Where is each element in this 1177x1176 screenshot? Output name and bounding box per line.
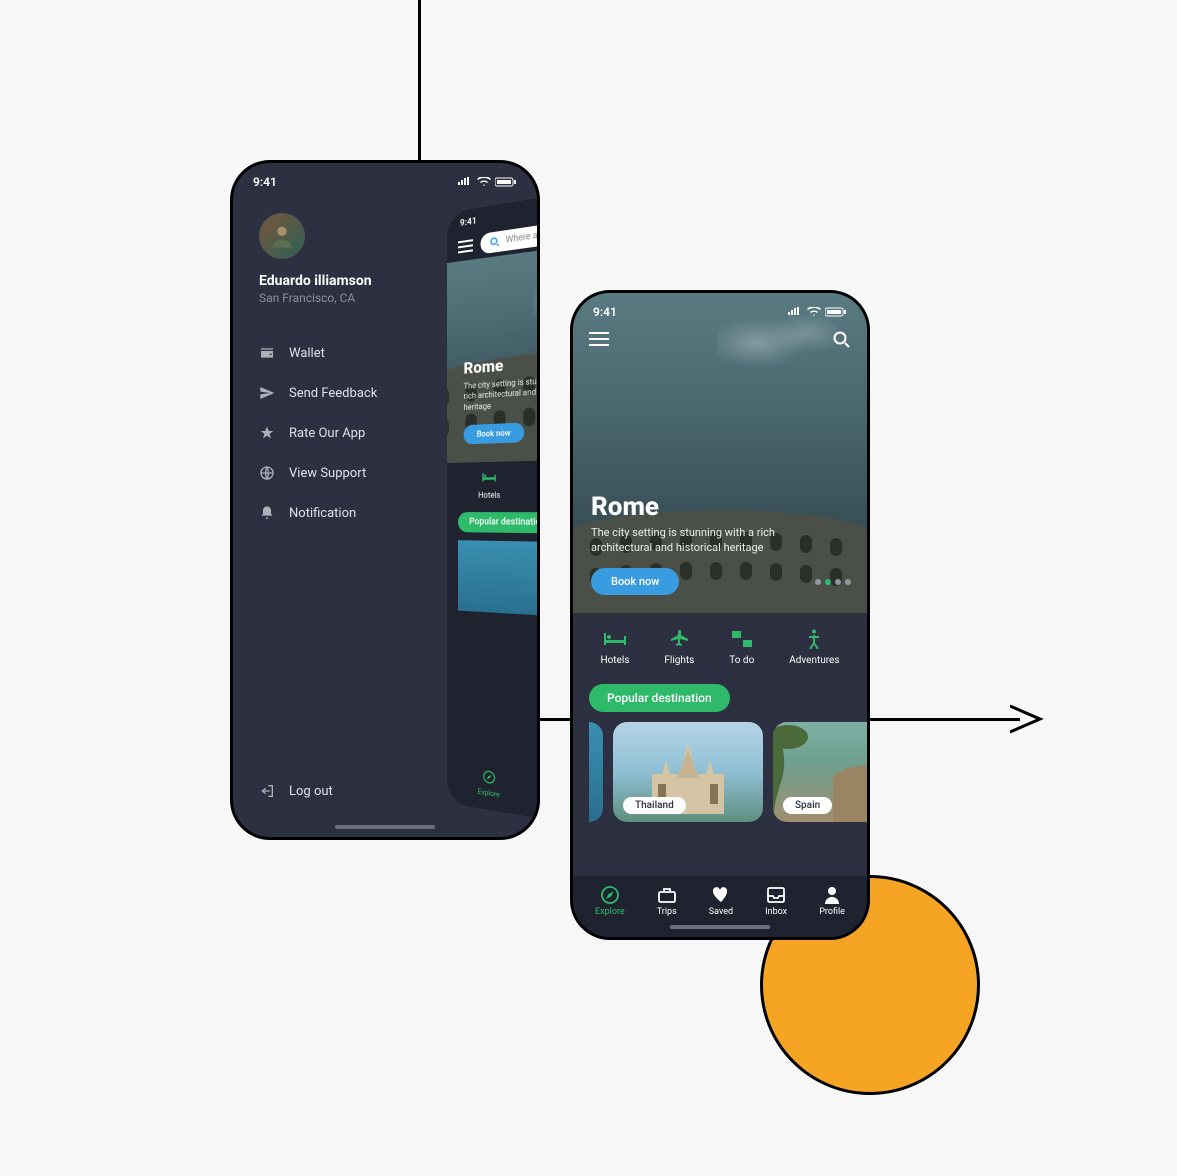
book-now-button[interactable]: Book now [591,568,679,595]
tab-label: Saved [709,907,733,917]
wallet-icon [259,345,275,361]
categories-row: Hotels Flights To do Adventures [573,613,867,678]
tab-label: Explore [595,907,625,917]
category-hotels[interactable]: Hotels [600,629,629,666]
categories-row: Hotels Flights T [447,457,540,508]
category-flights[interactable]: Flights [664,629,694,666]
inbox-icon [767,886,785,904]
compass-icon [601,886,619,904]
tab-saved[interactable]: Saved [709,886,733,917]
bed-icon [481,470,498,485]
category-label: Flights [664,655,694,666]
category-label: To do [729,655,754,666]
carousel-dot-active[interactable] [825,579,831,585]
peeked-app-preview[interactable]: 9:41 Where are you Rome The city setting… [447,172,540,840]
phone-mockup-drawer: 9:41 Eduardo illiamson San Francisco, CA… [230,160,540,840]
status-indicators [787,307,847,317]
hamburger-icon[interactable] [458,236,473,257]
status-time: 9:41 [593,305,617,319]
arrow-head-decoration [1010,702,1048,736]
hero-section: 9:41 Rome The city setting is stunning w… [573,293,867,613]
tab-inbox[interactable]: Inbox [765,886,787,917]
destinations-row[interactable]: Thailand Spain [573,722,867,822]
status-indicators [457,177,517,187]
menu-item-label: Wallet [289,346,325,361]
menu-item-label: Rate Our App [289,426,365,441]
compass-icon [481,767,496,788]
destination-card-partial[interactable] [458,540,540,616]
send-icon [259,385,275,401]
carousel-dot[interactable] [835,579,841,585]
person-icon [806,629,822,649]
hamburger-icon[interactable] [589,331,609,353]
tab-label: Inbox [765,907,787,917]
carousel-dot[interactable] [815,579,821,585]
briefcase-icon [658,886,676,904]
hero-title: Rome [591,492,781,522]
heart-icon [712,886,730,904]
todo-icon [732,629,752,649]
globe-icon [259,465,275,481]
menu-item-label: Notification [289,506,356,521]
menu-item-label: View Support [289,466,366,481]
hero-description: The city setting is stunning with a rich… [591,526,781,556]
search-icon[interactable] [833,331,851,353]
category-label: Adventures [789,655,839,666]
category-hotels[interactable]: Hotels [478,470,500,500]
popular-chip[interactable]: Popular destination [589,684,730,712]
book-now-button[interactable]: Book now [464,422,525,444]
category-adventures[interactable]: Adventures [789,629,839,666]
status-bar: 9:41 [573,293,867,325]
status-time: 9:41 [253,175,277,189]
bed-icon [604,629,626,649]
status-time: 9:41 [460,216,477,229]
destination-card-spain[interactable]: Spain [773,722,867,822]
carousel-dots[interactable] [815,579,851,585]
destination-card-thailand[interactable]: Thailand [613,722,763,822]
logout-label: Log out [289,784,333,799]
avatar[interactable] [259,213,305,259]
tab-label: Trips [657,907,677,917]
category-label: Hotels [600,655,629,666]
tab-label: Profile [819,907,845,917]
star-icon [259,425,275,441]
destination-card-partial[interactable] [589,722,603,822]
carousel-dot[interactable] [845,579,851,585]
logout-icon [259,783,275,799]
tab-bar: Explore Trips Saved [447,756,540,840]
destinations-row: Thailand [447,540,540,624]
popular-chip[interactable]: Popular destination [458,512,540,533]
bell-icon [259,505,275,521]
hero-section: Rome The city setting is stunning with a… [447,229,540,463]
status-bar: 9:41 [233,163,537,195]
search-placeholder: Where are you [505,227,540,246]
home-indicator [670,925,770,929]
logout-button[interactable]: Log out [259,783,333,799]
menu-item-label: Send Feedback [289,386,377,401]
profile-icon [824,886,840,904]
tab-trips[interactable]: Trips [657,886,677,917]
home-indicator [335,825,435,829]
hero-description: The city setting is stunning with a rich… [464,373,540,414]
destination-label: Thailand [623,797,686,814]
category-todo[interactable]: To do [729,629,754,666]
tab-profile[interactable]: Profile [819,886,845,917]
search-icon [490,236,500,248]
plane-icon [670,629,688,649]
phone-mockup-explore: 9:41 Rome The city setting is stunning w… [570,290,870,940]
tab-explore[interactable]: Explore [595,886,625,917]
tab-explore[interactable]: Explore [478,766,500,799]
destination-label: Spain [783,797,832,814]
